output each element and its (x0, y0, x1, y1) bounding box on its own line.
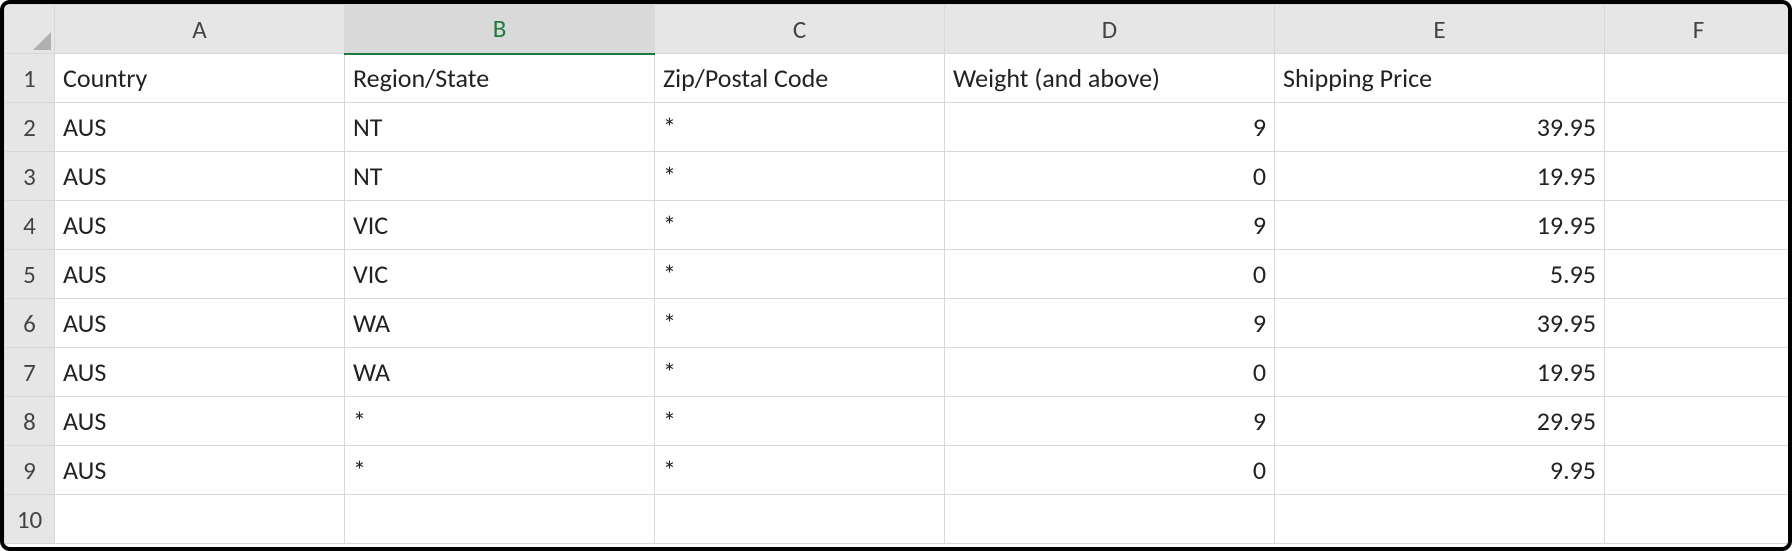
table-row: 4AUSVIC*919.95 (5, 201, 1792, 250)
cell-B2[interactable]: NT (345, 103, 655, 152)
row-header-4[interactable]: 4 (5, 201, 55, 250)
cell-A7[interactable]: AUS (55, 348, 345, 397)
cell-E8[interactable]: 29.95 (1275, 397, 1605, 446)
cell-F4[interactable] (1605, 201, 1792, 250)
cell-F1[interactable] (1605, 54, 1792, 103)
cell-C1[interactable]: Zip/Postal Code (655, 54, 945, 103)
cell-F7[interactable] (1605, 348, 1792, 397)
column-header-D[interactable]: D (945, 5, 1275, 54)
table-row: 5AUSVIC*05.95 (5, 250, 1792, 299)
cell-C2[interactable]: * (655, 103, 945, 152)
column-header-B[interactable]: B (345, 5, 655, 54)
cell-D7[interactable]: 0 (945, 348, 1275, 397)
table-row: 7AUSWA*019.95 (5, 348, 1792, 397)
table-row: 10 (5, 495, 1792, 544)
cell-A10[interactable] (55, 495, 345, 544)
cell-D4[interactable]: 9 (945, 201, 1275, 250)
spreadsheet-grid[interactable]: ABCDEF 1CountryRegion/StateZip/Postal Co… (4, 4, 1792, 544)
row-header-5[interactable]: 5 (5, 250, 55, 299)
cell-A5[interactable]: AUS (55, 250, 345, 299)
cell-F2[interactable] (1605, 103, 1792, 152)
select-all-corner[interactable] (5, 5, 55, 54)
cell-E2[interactable]: 39.95 (1275, 103, 1605, 152)
cell-E3[interactable]: 19.95 (1275, 152, 1605, 201)
cell-E6[interactable]: 39.95 (1275, 299, 1605, 348)
select-all-triangle-icon (33, 32, 51, 50)
cell-F5[interactable] (1605, 250, 1792, 299)
cell-B5[interactable]: VIC (345, 250, 655, 299)
row-header-2[interactable]: 2 (5, 103, 55, 152)
cell-B3[interactable]: NT (345, 152, 655, 201)
table-row: 6AUSWA*939.95 (5, 299, 1792, 348)
table-row: 8AUS**929.95 (5, 397, 1792, 446)
row-header-9[interactable]: 9 (5, 446, 55, 495)
cell-F3[interactable] (1605, 152, 1792, 201)
cell-A1[interactable]: Country (55, 54, 345, 103)
cell-E4[interactable]: 19.95 (1275, 201, 1605, 250)
cell-D6[interactable]: 9 (945, 299, 1275, 348)
column-header-C[interactable]: C (655, 5, 945, 54)
table-row: 1CountryRegion/StateZip/Postal CodeWeigh… (5, 54, 1792, 103)
cell-B10[interactable] (345, 495, 655, 544)
cell-D1[interactable]: Weight (and above) (945, 54, 1275, 103)
cell-A8[interactable]: AUS (55, 397, 345, 446)
cell-F9[interactable] (1605, 446, 1792, 495)
cell-E5[interactable]: 5.95 (1275, 250, 1605, 299)
cell-F10[interactable] (1605, 495, 1792, 544)
row-header-6[interactable]: 6 (5, 299, 55, 348)
cell-B1[interactable]: Region/State (345, 54, 655, 103)
cell-C4[interactable]: * (655, 201, 945, 250)
cell-B4[interactable]: VIC (345, 201, 655, 250)
cell-D8[interactable]: 9 (945, 397, 1275, 446)
cell-C3[interactable]: * (655, 152, 945, 201)
cell-C5[interactable]: * (655, 250, 945, 299)
row-header-3[interactable]: 3 (5, 152, 55, 201)
cell-A6[interactable]: AUS (55, 299, 345, 348)
cell-C10[interactable] (655, 495, 945, 544)
column-header-A[interactable]: A (55, 5, 345, 54)
row-header-7[interactable]: 7 (5, 348, 55, 397)
row-header-10[interactable]: 10 (5, 495, 55, 544)
row-header-1[interactable]: 1 (5, 54, 55, 103)
cell-A9[interactable]: AUS (55, 446, 345, 495)
cell-E1[interactable]: Shipping Price (1275, 54, 1605, 103)
spreadsheet-body: 1CountryRegion/StateZip/Postal CodeWeigh… (5, 54, 1792, 544)
cell-B6[interactable]: WA (345, 299, 655, 348)
column-header-E[interactable]: E (1275, 5, 1605, 54)
cell-B9[interactable]: * (345, 446, 655, 495)
cell-C8[interactable]: * (655, 397, 945, 446)
table-row: 2AUSNT*939.95 (5, 103, 1792, 152)
cell-F6[interactable] (1605, 299, 1792, 348)
cell-A4[interactable]: AUS (55, 201, 345, 250)
column-header-row: ABCDEF (5, 5, 1792, 54)
spreadsheet-window: ABCDEF 1CountryRegion/StateZip/Postal Co… (0, 0, 1792, 551)
cell-C7[interactable]: * (655, 348, 945, 397)
table-row: 3AUSNT*019.95 (5, 152, 1792, 201)
column-header-F[interactable]: F (1605, 5, 1792, 54)
cell-E10[interactable] (1275, 495, 1605, 544)
cell-C6[interactable]: * (655, 299, 945, 348)
cell-E7[interactable]: 19.95 (1275, 348, 1605, 397)
cell-D3[interactable]: 0 (945, 152, 1275, 201)
cell-B7[interactable]: WA (345, 348, 655, 397)
cell-E9[interactable]: 9.95 (1275, 446, 1605, 495)
table-row: 9AUS**09.95 (5, 446, 1792, 495)
cell-D5[interactable]: 0 (945, 250, 1275, 299)
cell-D2[interactable]: 9 (945, 103, 1275, 152)
cell-D9[interactable]: 0 (945, 446, 1275, 495)
cell-B8[interactable]: * (345, 397, 655, 446)
cell-A2[interactable]: AUS (55, 103, 345, 152)
cell-A3[interactable]: AUS (55, 152, 345, 201)
cell-F8[interactable] (1605, 397, 1792, 446)
row-header-8[interactable]: 8 (5, 397, 55, 446)
cell-C9[interactable]: * (655, 446, 945, 495)
cell-D10[interactable] (945, 495, 1275, 544)
